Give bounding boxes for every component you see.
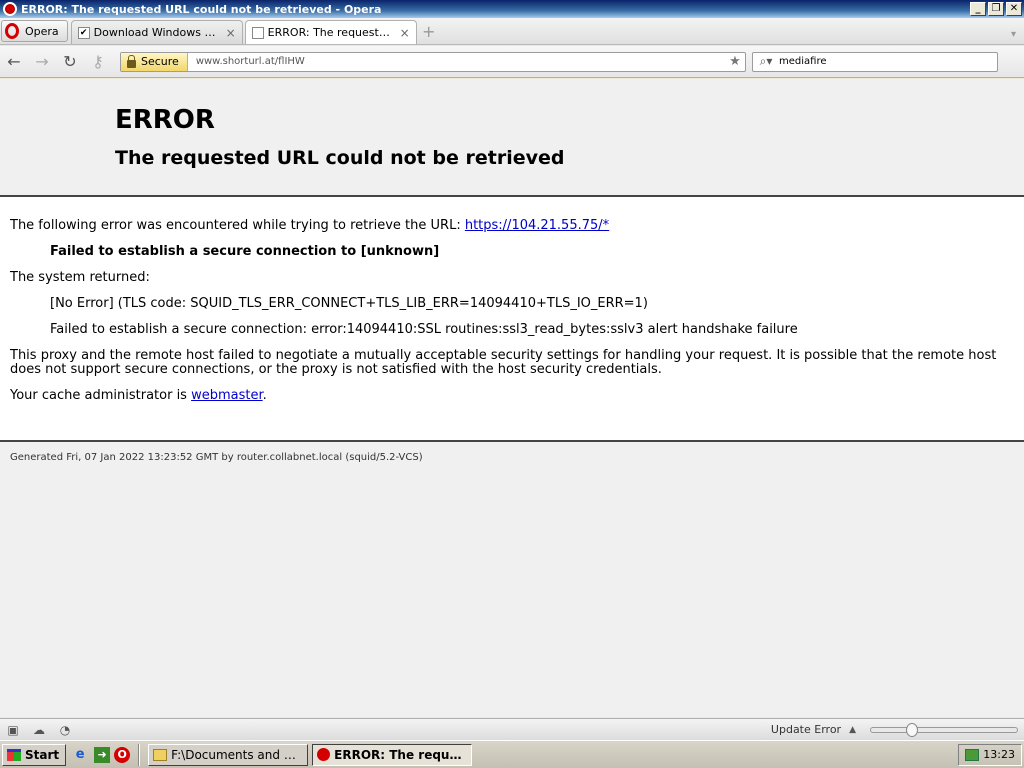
windows-flag-icon	[7, 748, 21, 761]
window-titlebar[interactable]: ERROR: The requested URL could not be re…	[0, 0, 1024, 18]
system-tray: 13:23	[958, 743, 1022, 766]
opera-logo-icon	[3, 2, 17, 16]
triangle-up-icon[interactable]: ▲	[849, 725, 856, 735]
tab-label: Download Windows Vista...	[93, 26, 222, 39]
intro-paragraph: The following error was encountered whil…	[10, 219, 1014, 233]
intro-text: The following error was encountered whil…	[10, 218, 465, 233]
clock[interactable]: 13:23	[983, 748, 1015, 761]
webmaster-link[interactable]: webmaster	[191, 388, 263, 403]
taskbar-button-label: F:\Documents and Settin...	[171, 747, 304, 762]
address-bar[interactable]: Secure ★	[120, 51, 746, 72]
search-box[interactable]: ⌕▾	[752, 51, 998, 72]
search-input[interactable]	[779, 56, 997, 67]
failure-paragraph: Failed to establish a secure connection …	[10, 245, 1014, 259]
close-window-button[interactable]: ✕	[1006, 2, 1022, 16]
navigation-bar: ← → ↻ ⚷ Secure ★ ⌕▾	[0, 46, 1024, 78]
taskbar-separator	[138, 743, 141, 766]
error-header: ERROR The requested URL could not be ret…	[0, 79, 1024, 197]
ssl-error-text: Failed to establish a secure connection:…	[50, 322, 798, 337]
opera-o-icon	[5, 23, 19, 39]
admin-paragraph: Your cache administrator is webmaster.	[10, 389, 1014, 403]
forward-arrow-icon[interactable]: →	[28, 50, 56, 74]
page-favicon-icon	[251, 26, 264, 39]
taskbar-button-explorer[interactable]: F:\Documents and Settin...	[148, 743, 309, 766]
speed-dial-gauge-icon[interactable]: ◔	[52, 723, 78, 737]
secure-label: Secure	[141, 55, 179, 68]
secure-badge[interactable]: Secure	[121, 52, 188, 71]
opera-menu-button[interactable]: Opera	[1, 20, 68, 42]
checkmark-favicon-icon: ✔	[77, 26, 90, 39]
admin-prefix: Your cache administrator is	[10, 388, 192, 403]
tab-label: ERROR: The requested ...	[267, 26, 396, 39]
opera-quicklaunch-icon[interactable]: O	[114, 746, 131, 763]
failure-title: Failed to establish a secure connection …	[50, 244, 440, 259]
url-input[interactable]	[187, 56, 725, 67]
opera-menu-label: Opera	[25, 24, 59, 38]
windows-taskbar: Start e ➜ O F:\Documents and Settin... E…	[0, 740, 1024, 768]
tab-error-page[interactable]: ERROR: The requested ... ×	[244, 20, 417, 44]
tab-bar: Opera ✔ Download Windows Vista... × ERRO…	[0, 18, 1024, 45]
new-tab-plus-icon[interactable]: +	[419, 22, 439, 44]
show-desktop-icon[interactable]: ➜	[94, 746, 111, 763]
system-returned-text: The system returned:	[10, 270, 150, 285]
tab-close-icon[interactable]: ×	[400, 26, 410, 40]
admin-suffix: .	[262, 388, 267, 403]
error-heading: ERROR	[115, 105, 215, 135]
tab-close-icon[interactable]: ×	[226, 26, 236, 40]
taskbar-button-opera[interactable]: ERROR: The requeste...	[312, 743, 473, 766]
zoom-slider[interactable]	[870, 722, 1018, 737]
update-error-label[interactable]: Update Error	[771, 723, 841, 736]
opera-icon	[317, 748, 331, 761]
network-icon[interactable]	[965, 748, 979, 761]
tab-list-chevron-down-icon[interactable]: ▾	[1011, 29, 1016, 40]
start-label: Start	[25, 747, 60, 762]
tab-download-windows-vista[interactable]: ✔ Download Windows Vista... ×	[70, 20, 243, 44]
cloud-icon[interactable]: ☁	[26, 723, 52, 737]
back-arrow-icon[interactable]: ←	[0, 50, 28, 74]
key-icon[interactable]: ⚷	[84, 50, 112, 74]
tls-code-text: [No Error] (TLS code: SQUID_TLS_ERR_CONN…	[50, 296, 648, 311]
internet-explorer-icon[interactable]: e	[70, 745, 90, 765]
panel-toggle-icon[interactable]: ▣	[0, 723, 26, 737]
start-button[interactable]: Start	[2, 743, 67, 766]
error-subheading: The requested URL could not be retrieved	[115, 147, 565, 169]
search-icon[interactable]: ⌕▾	[753, 54, 779, 69]
taskbar-button-label: ERROR: The requeste...	[334, 747, 467, 762]
restore-button[interactable]: ❐	[988, 2, 1004, 16]
page-content: ERROR The requested URL could not be ret…	[0, 79, 1024, 717]
generated-footer: Generated Fri, 07 Jan 2022 13:23:52 GMT …	[10, 452, 423, 463]
status-bar: ▣ ☁ ◔ Update Error ▲	[0, 718, 1024, 740]
reload-icon[interactable]: ↻	[56, 50, 84, 74]
error-body: The following error was encountered whil…	[0, 197, 1024, 442]
zoom-slider-knob[interactable]	[905, 722, 918, 737]
requested-url-link[interactable]: https://104.21.55.75/*	[465, 218, 609, 233]
lock-icon	[127, 54, 136, 68]
minimize-button[interactable]: _	[970, 2, 986, 16]
bookmark-star-icon[interactable]: ★	[725, 54, 745, 69]
explanation-text: This proxy and the remote host failed to…	[10, 348, 997, 377]
folder-icon	[153, 748, 168, 761]
window-title: ERROR: The requested URL could not be re…	[21, 2, 382, 16]
